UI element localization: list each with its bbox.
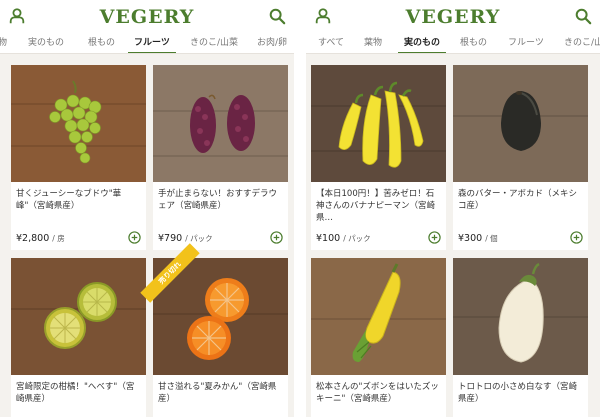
- product-card[interactable]: 【本日100円！】苦みゼロ！石神さんのバナナピーマン（宮崎県… ¥100 / パ…: [311, 65, 446, 250]
- product-price: ¥300 / 個: [458, 233, 498, 244]
- tab-all[interactable]: すべて: [318, 35, 344, 48]
- product-card[interactable]: トロトロの小さめ白なす（宮崎県産）: [453, 258, 588, 417]
- add-circle-icon[interactable]: [570, 231, 583, 244]
- product-card[interactable]: 甘くジューシーなブドウ"華峰"（宮崎県産） ¥2,800 / 房: [11, 65, 146, 250]
- app-logo: VEGERY: [405, 6, 501, 28]
- product-image-grapes[interactable]: [11, 65, 146, 182]
- add-circle-icon[interactable]: [428, 231, 441, 244]
- left-screen: VEGERY 物 実のもの 根もの フルーツ きのこ/山菜 お肉/卵: [0, 0, 294, 417]
- category-tabs: 物 実のもの 根もの フルーツ きのこ/山菜 お肉/卵: [0, 32, 294, 54]
- app-logo: VEGERY: [99, 6, 195, 28]
- tab-mushrooms[interactable]: きのこ/山: [564, 35, 600, 48]
- product-card[interactable]: 宮崎限定の柑橘！"へべす"（宮崎県産）: [11, 258, 146, 417]
- product-image-hebesu[interactable]: [11, 258, 146, 375]
- product-title[interactable]: 甘くジューシーなブドウ"華峰"（宮崎県産）: [16, 188, 141, 212]
- product-title[interactable]: 甘さ溢れる"夏みかん"（宮崎県産）: [158, 381, 283, 405]
- product-title[interactable]: 森のバター・アボカド（メキシコ産）: [458, 188, 583, 212]
- product-price: ¥2,800 / 房: [16, 233, 65, 244]
- search-icon[interactable]: [268, 7, 286, 25]
- right-screen: VEGERY すべて 葉物 実のもの 根もの フルーツ きのこ/山 【本日100…: [306, 0, 600, 417]
- product-title[interactable]: 手が止まらない！おすすデラウェア（宮崎県産）: [158, 188, 283, 212]
- product-card[interactable]: 松本さんの"ズボンをはいたズッキーニ"（宮崎県産）: [311, 258, 446, 417]
- product-card[interactable]: 手が止まらない！おすすデラウェア（宮崎県産） ¥790 / パック: [153, 65, 288, 250]
- add-circle-icon[interactable]: [270, 231, 283, 244]
- add-circle-icon[interactable]: [128, 231, 141, 244]
- tab-root[interactable]: 根もの: [460, 35, 487, 48]
- product-image-avocado[interactable]: [453, 65, 588, 182]
- product-title[interactable]: トロトロの小さめ白なす（宮崎県産）: [458, 381, 583, 405]
- app-header: VEGERY: [0, 0, 294, 32]
- tab-fruits[interactable]: フルーツ: [128, 35, 176, 53]
- category-tabs: すべて 葉物 実のもの 根もの フルーツ きのこ/山: [306, 32, 600, 54]
- app-header: VEGERY: [306, 0, 600, 32]
- product-price: ¥790 / パック: [158, 233, 213, 244]
- product-title[interactable]: 松本さんの"ズボンをはいたズッキーニ"（宮崎県産）: [316, 381, 441, 405]
- tab-meat-egg[interactable]: お肉/卵: [257, 35, 287, 48]
- product-card[interactable]: 売り切れ 甘さ溢れる"夏みかん"（宮崎県産）: [140, 243, 288, 417]
- product-image-banana-pepper[interactable]: [311, 65, 446, 182]
- product-image-zucchini[interactable]: [311, 258, 446, 375]
- tab-misc[interactable]: 物: [0, 35, 7, 48]
- tab-fruit-veg[interactable]: 実のもの: [28, 35, 64, 48]
- product-title[interactable]: 宮崎限定の柑橘！"へべす"（宮崎県産）: [16, 381, 141, 405]
- product-image-delaware[interactable]: [153, 65, 288, 182]
- search-icon[interactable]: [574, 7, 592, 25]
- product-price: ¥100 / パック: [316, 233, 371, 244]
- tab-leafy[interactable]: 葉物: [364, 35, 382, 48]
- product-image-white-eggplant[interactable]: [453, 258, 588, 375]
- tab-fruits[interactable]: フルーツ: [508, 35, 544, 48]
- tab-fruit-veg[interactable]: 実のもの: [397, 35, 447, 53]
- tab-mushrooms[interactable]: きのこ/山菜: [190, 35, 238, 48]
- product-title[interactable]: 【本日100円！】苦みゼロ！石神さんのバナナピーマン（宮崎県…: [316, 188, 441, 224]
- product-card[interactable]: 森のバター・アボカド（メキシコ産） ¥300 / 個: [453, 65, 588, 250]
- tab-root[interactable]: 根もの: [88, 35, 115, 48]
